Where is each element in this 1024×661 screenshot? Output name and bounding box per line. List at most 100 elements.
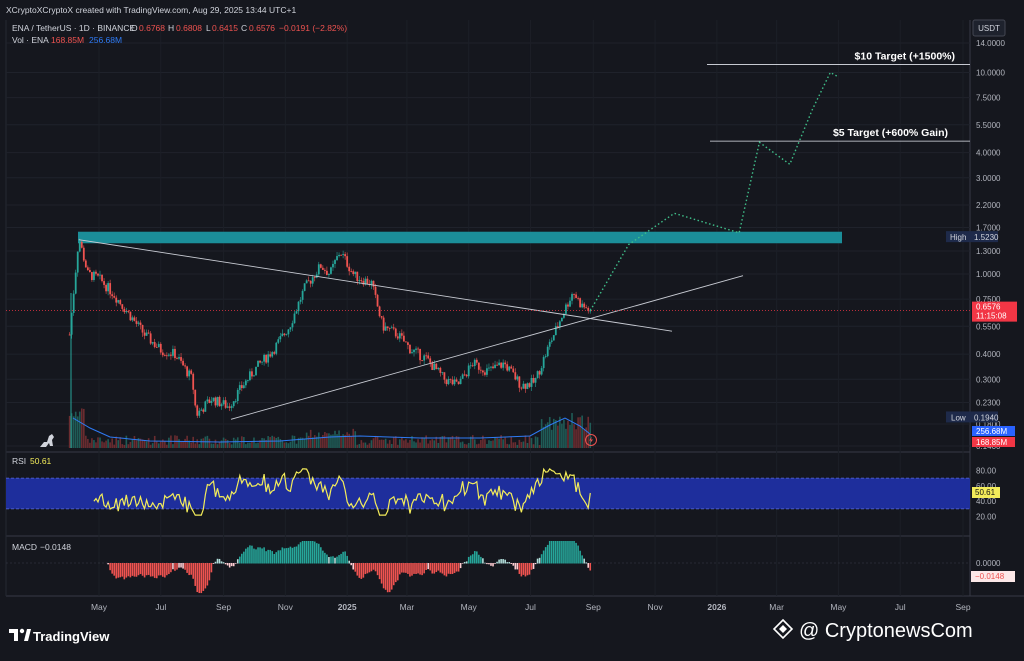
macd-bar [561, 541, 563, 564]
volume-bar [232, 437, 235, 448]
volume-bar [178, 439, 180, 448]
candle-body [305, 280, 308, 284]
macd-bar [378, 563, 381, 580]
high-tag: High 1.5230 [946, 231, 999, 243]
volume-bar [354, 431, 357, 448]
macd-bar [518, 563, 521, 574]
candle-body [159, 343, 162, 353]
volume-bar [563, 419, 565, 448]
volume-bar [151, 443, 154, 448]
macd-bar [236, 559, 239, 564]
low-tag-value: 0.1940 [974, 413, 999, 422]
macd-bar [486, 563, 488, 565]
macd-legend[interactable]: MACD −0.0148 [12, 542, 71, 552]
volume-bar [571, 413, 573, 448]
macd-bar [380, 563, 383, 584]
macd-bar [476, 551, 478, 564]
volume-bar [214, 439, 217, 448]
macd-bar [583, 558, 585, 564]
volume-bar [358, 444, 361, 448]
candle-body [163, 355, 166, 357]
macd-bar [433, 563, 436, 574]
candle-body [443, 372, 446, 380]
macd-bar [129, 563, 132, 578]
volume-bar [581, 415, 583, 448]
macd-bar [585, 562, 588, 564]
macd-bar [315, 543, 318, 564]
candle-body [80, 241, 83, 248]
candle-body [439, 367, 442, 373]
macd-bar [392, 563, 395, 586]
volume-bar [514, 442, 517, 448]
volume-bar [524, 435, 527, 448]
volume-bar [368, 443, 371, 448]
candle-body [101, 274, 103, 282]
candle-body [271, 352, 274, 357]
candle-body [172, 348, 174, 356]
macd-bar [328, 557, 330, 564]
time-tick-label: Sep [216, 602, 231, 612]
macd-bar [571, 541, 573, 564]
volume-bar [111, 438, 113, 448]
volume-bar [198, 444, 201, 448]
volume-bar [127, 444, 130, 448]
macd-bar [111, 563, 113, 574]
candle-body [165, 355, 168, 357]
candle-body [157, 343, 160, 348]
candle-body [285, 334, 288, 336]
candle-body [534, 377, 537, 383]
candle-body [506, 364, 509, 371]
candle-body [390, 327, 393, 329]
macd-bar [249, 545, 251, 564]
macd-bar [267, 549, 269, 564]
macd-bar [536, 558, 539, 564]
macd-bar [210, 563, 213, 573]
volume-bar [384, 438, 387, 448]
volume-bar [336, 434, 338, 448]
volume-bar [502, 439, 504, 448]
macd-bar [421, 563, 423, 576]
candle-body [400, 333, 403, 336]
macd-zero-tick: 0.0000 [976, 559, 1001, 568]
macd-bar [224, 563, 227, 565]
ohlc-legend[interactable]: ENA / TetherUS · 1D · BINANCE O 0.6768 H… [12, 23, 347, 33]
volume-bar [289, 441, 292, 448]
candle-body [86, 267, 89, 271]
candle-body [313, 277, 316, 278]
volume-bar [125, 435, 128, 448]
macd-bar [443, 563, 446, 576]
rsi-legend[interactable]: RSI 50.61 [12, 456, 52, 466]
time-tick-label: Mar [769, 602, 784, 612]
time-tick-label: Nov [648, 602, 664, 612]
volume-bar [467, 442, 470, 448]
volume-bar [496, 437, 498, 448]
currency-button[interactable]: USDT [972, 19, 1006, 37]
candle-body [372, 280, 375, 287]
macd-bar [206, 563, 209, 586]
change-value: −0.0191 (−2.82%) [279, 23, 347, 33]
volume-bar [382, 439, 385, 448]
time-axis[interactable]: May Jul Sep Nov 2025 Mar May Jul Sep Nov 2026 Mar Ma… [91, 602, 971, 612]
volume-bar [459, 442, 462, 448]
candle-body [251, 371, 253, 377]
volume-bar [97, 437, 99, 448]
candle-body [129, 311, 132, 321]
macd-bar [131, 563, 134, 576]
chart-canvas[interactable]: XCryptoXCryptoX created with TradingView… [0, 0, 1024, 656]
volume-bar [465, 444, 468, 448]
volume-bar [164, 441, 166, 448]
volume-bar [83, 408, 85, 448]
last-price-value: 0.6576 [976, 303, 1001, 312]
candle-body [323, 269, 326, 271]
candle-body [336, 256, 338, 261]
volume-bar [107, 439, 109, 448]
candle-body [386, 326, 389, 328]
time-tick-label: Jul [525, 602, 536, 612]
candle-body [338, 254, 340, 257]
macd-bar [159, 563, 162, 576]
macd-bar [589, 563, 592, 571]
volume-legend[interactable]: Vol · ENA 168.85M 256.68M [12, 35, 122, 45]
volume-bar [285, 442, 288, 448]
macd-bar [190, 563, 192, 575]
candle-body [202, 409, 205, 412]
